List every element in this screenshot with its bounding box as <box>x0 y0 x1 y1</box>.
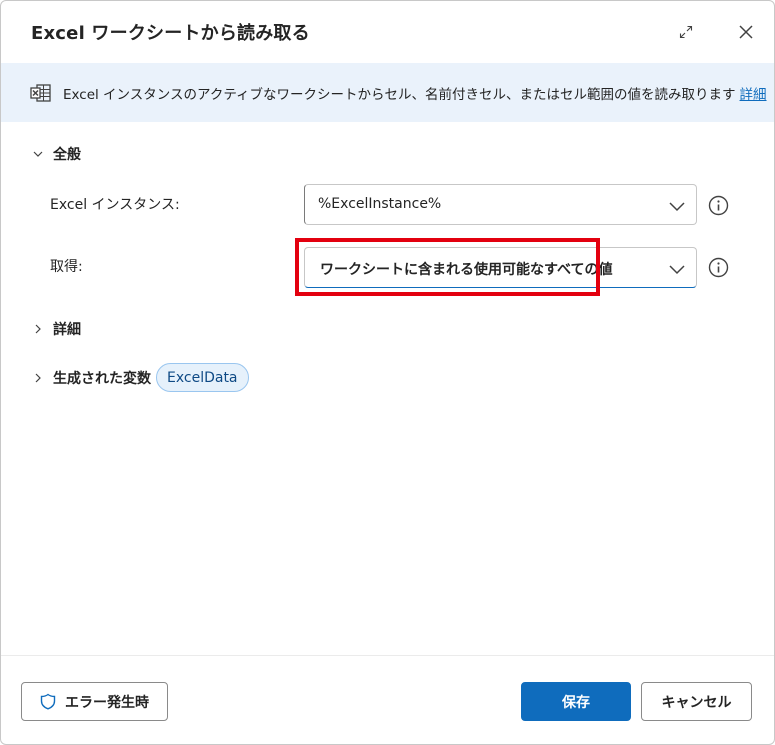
save-button[interactable]: 保存 <box>521 682 631 721</box>
variable-badge[interactable]: ExcelData <box>156 363 249 392</box>
section-variables[interactable]: 生成された変数 <box>31 368 151 388</box>
section-general[interactable]: 全般 <box>31 144 81 164</box>
info-icon[interactable] <box>708 195 729 216</box>
banner-text: Excel インスタンスのアクティブなワークシートからセル、名前付きセル、または… <box>63 83 767 103</box>
dialog-title: Excel ワークシートから読み取る <box>31 23 310 44</box>
section-details[interactable]: 詳細 <box>31 319 81 339</box>
shield-icon <box>40 693 56 710</box>
chevron-right-icon <box>31 371 45 385</box>
excel-icon <box>30 84 51 102</box>
close-icon <box>739 25 753 39</box>
title-bar: Excel ワークシートから読み取る <box>1 1 774 63</box>
chevron-right-icon <box>31 322 45 336</box>
footer-divider <box>1 655 774 656</box>
retrieve-value: ワークシートに含まれる使用可能なすべての値 <box>320 262 613 278</box>
on-error-label: エラー発生時 <box>65 694 149 711</box>
learn-more-link[interactable]: 詳細 <box>740 87 767 103</box>
retrieve-label: 取得: <box>50 259 83 275</box>
on-error-button[interactable]: エラー発生時 <box>21 682 168 721</box>
excel-instance-value: %ExcelInstance% <box>318 196 442 212</box>
info-icon[interactable] <box>708 257 729 278</box>
section-details-label: 詳細 <box>53 322 81 338</box>
dialog: Excel ワークシートから読み取る Excel インスタンスのアクティブなワー… <box>0 0 775 745</box>
info-banner: Excel インスタンスのアクティブなワークシートからセル、名前付きセル、または… <box>1 63 774 122</box>
chevron-down-icon <box>669 202 685 212</box>
expand-button[interactable] <box>675 21 697 43</box>
section-general-label: 全般 <box>53 147 81 163</box>
banner-description: Excel インスタンスのアクティブなワークシートからセル、名前付きセル、または… <box>63 87 736 103</box>
close-button[interactable] <box>734 20 758 44</box>
chevron-down-icon <box>31 147 45 161</box>
section-variables-label: 生成された変数 <box>53 371 151 387</box>
retrieve-dropdown[interactable]: ワークシートに含まれる使用可能なすべての値 <box>304 247 697 288</box>
excel-instance-dropdown[interactable]: %ExcelInstance% <box>304 184 697 225</box>
cancel-button[interactable]: キャンセル <box>641 682 752 721</box>
excel-instance-label: Excel インスタンス: <box>50 197 180 213</box>
expand-icon <box>679 25 693 39</box>
chevron-down-icon <box>669 265 685 275</box>
